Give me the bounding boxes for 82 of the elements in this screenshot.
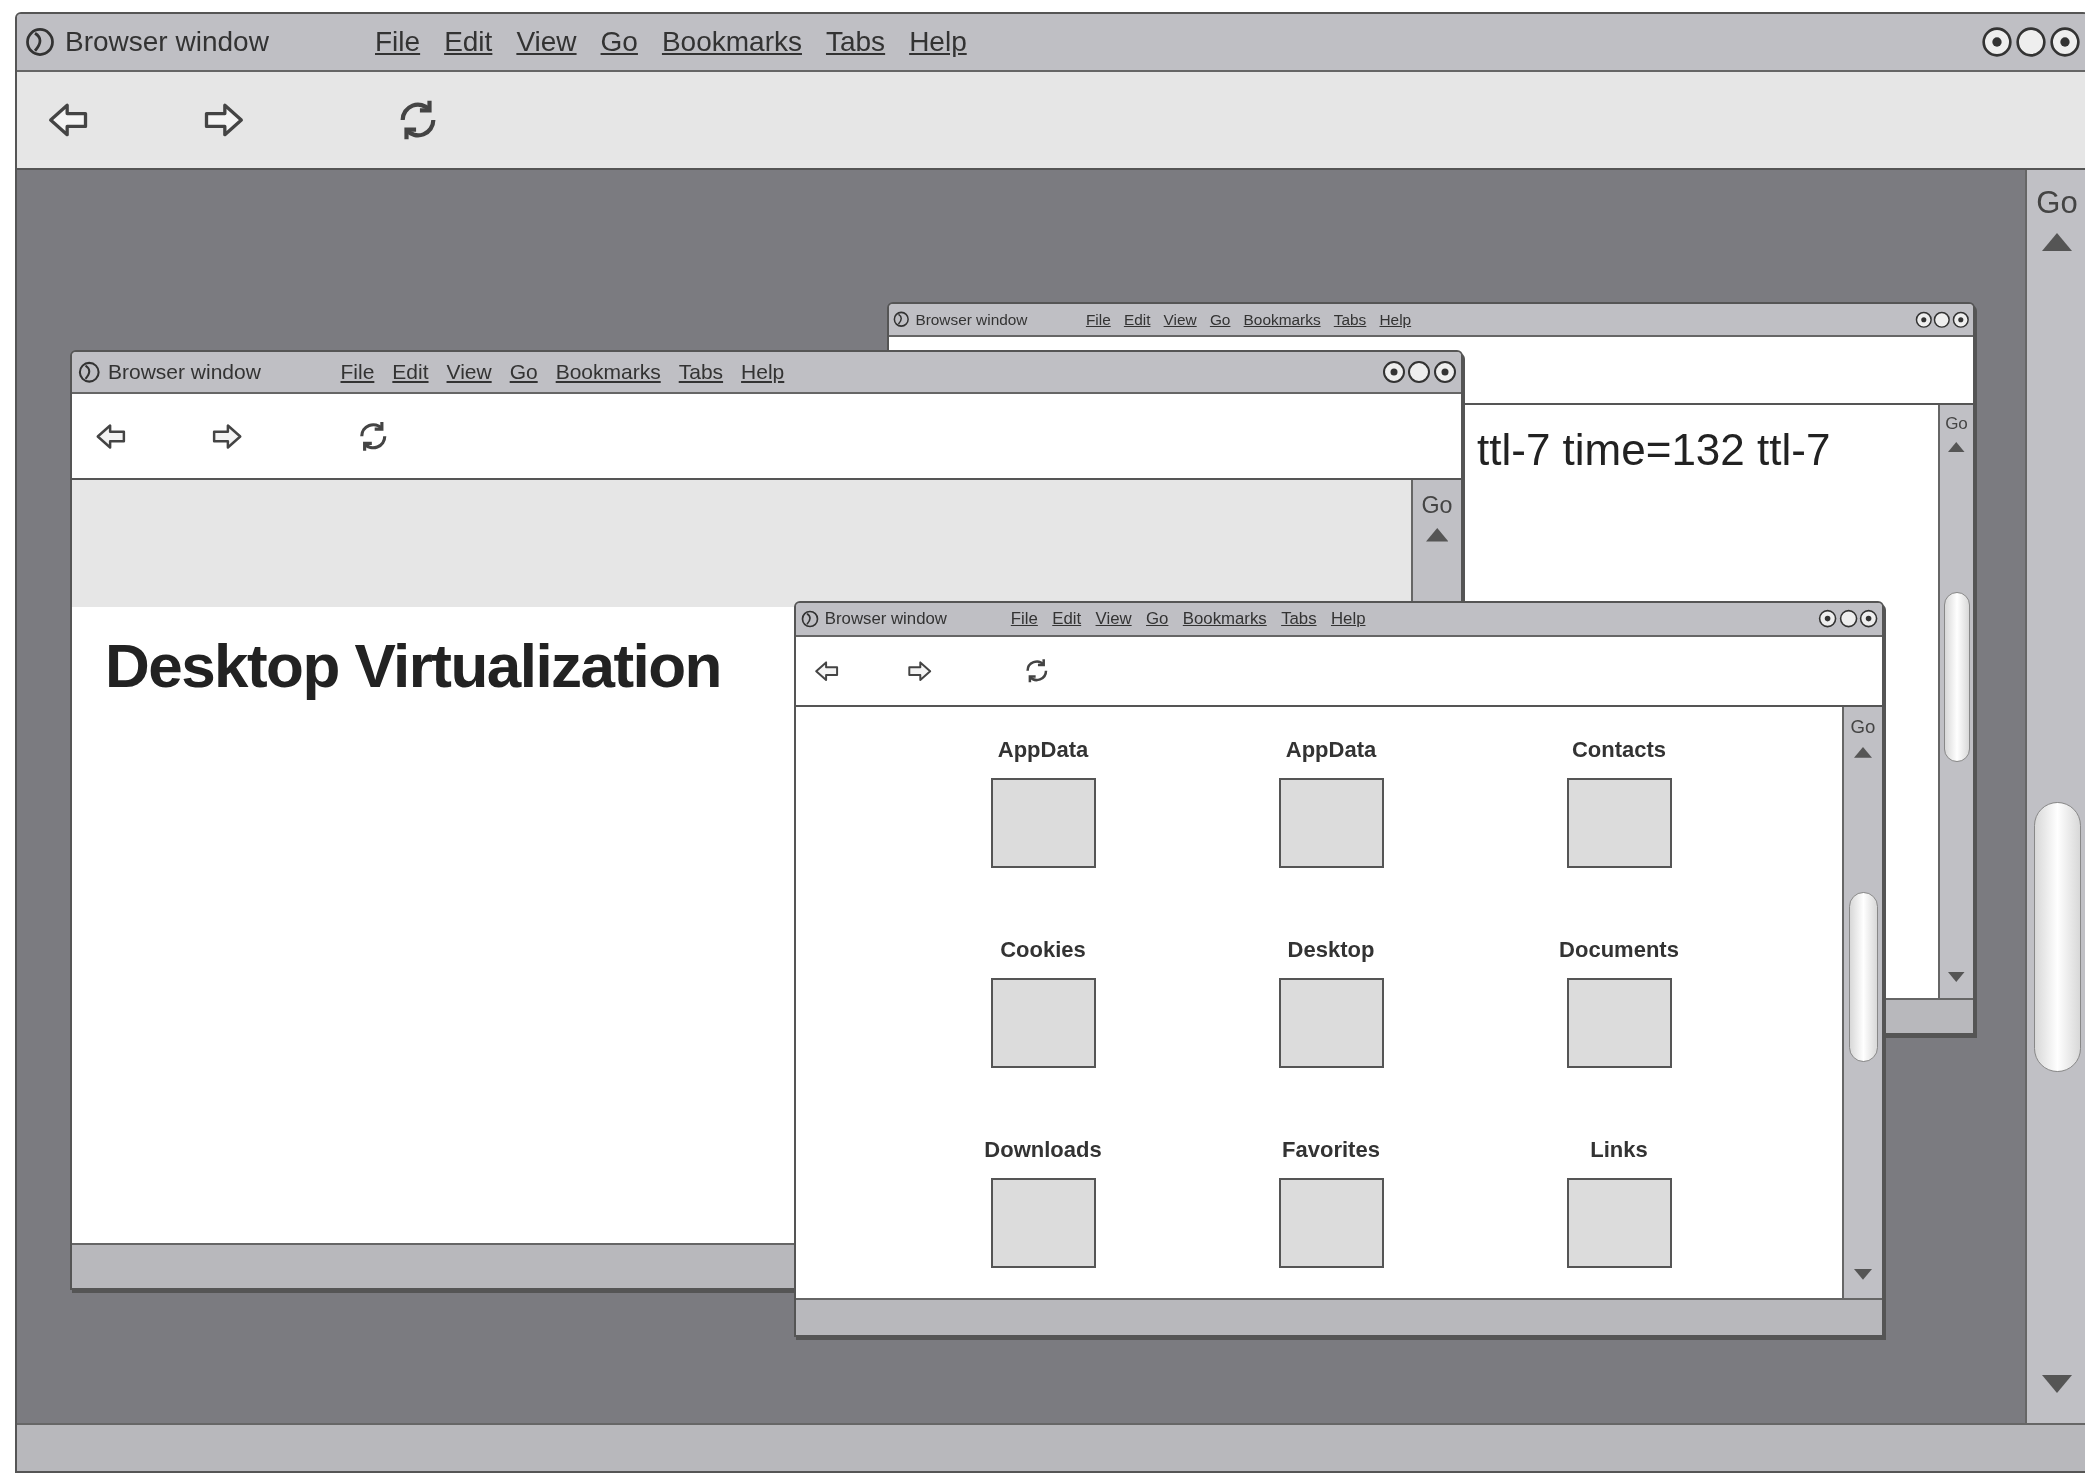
- folder-tile[interactable]: [1278, 1178, 1384, 1268]
- menu-item[interactable]: Bookmarks: [661, 21, 802, 63]
- up-arrow-icon[interactable]: [1854, 746, 1872, 758]
- folder-label: Favorites: [1282, 1136, 1380, 1164]
- circle-icon[interactable]: [1838, 609, 1859, 629]
- go-label[interactable]: Go: [1421, 487, 1453, 523]
- dotted-circle-icon[interactable]: [1859, 609, 1879, 629]
- folder-label: Desktop: [1287, 936, 1375, 964]
- menu-item[interactable]: Tabs: [1333, 307, 1367, 332]
- folder-tile[interactable]: [990, 778, 1096, 868]
- menu-item[interactable]: Bookmarks: [555, 356, 661, 388]
- go-label[interactable]: Go: [1945, 410, 1968, 437]
- up-arrow-icon[interactable]: [2042, 232, 2072, 251]
- folder-label: Documents: [1559, 936, 1679, 964]
- dotted-circle-icon[interactable]: [1952, 310, 1970, 329]
- dotted-circle-icon[interactable]: [1381, 360, 1406, 384]
- go-label[interactable]: Go: [2036, 180, 2078, 227]
- menu-item[interactable]: File: [1010, 606, 1038, 632]
- scroll-thumb[interactable]: [2034, 802, 2081, 1072]
- up-arrow-icon[interactable]: [1948, 442, 1965, 452]
- menu-item[interactable]: File: [1085, 307, 1111, 332]
- folder-label: Cookies: [1000, 936, 1086, 964]
- dotted-circle-icon[interactable]: [1914, 310, 1933, 329]
- folder-label: Links: [1590, 1136, 1648, 1164]
- menu-item[interactable]: Edit: [392, 356, 429, 388]
- page-heading: Desktop Virtualization: [105, 630, 721, 702]
- menu-item[interactable]: Help: [1330, 606, 1366, 632]
- globe-icon: [78, 360, 101, 384]
- folder-tile[interactable]: [990, 1178, 1096, 1268]
- menu-item[interactable]: Edit: [444, 21, 493, 63]
- menu-item[interactable]: Edit: [1123, 307, 1151, 332]
- globe-icon: [25, 27, 55, 57]
- go-label[interactable]: Go: [1850, 713, 1876, 741]
- up-arrow-icon[interactable]: [1425, 528, 1449, 542]
- menu-item[interactable]: View: [1163, 307, 1197, 332]
- menu-item[interactable]: File: [340, 356, 375, 388]
- menu-item[interactable]: Help: [1379, 307, 1412, 332]
- circle-icon[interactable]: [2015, 26, 2047, 58]
- dotted-circle-icon[interactable]: [2049, 26, 2081, 58]
- window-title: Browser window: [108, 359, 262, 386]
- window-title: Browser window: [915, 309, 1029, 330]
- folder-label: Contacts: [1571, 736, 1667, 764]
- window-title: Browser window: [824, 608, 948, 631]
- menu-item[interactable]: Tabs: [825, 21, 886, 63]
- dotted-circle-icon[interactable]: [1818, 609, 1838, 629]
- menu-item[interactable]: Go: [1209, 307, 1231, 332]
- menu-item[interactable]: File: [375, 21, 421, 63]
- down-arrow-icon[interactable]: [1854, 1269, 1872, 1280]
- dotted-circle-icon[interactable]: [1981, 26, 2013, 58]
- folder-label: Downloads: [984, 1136, 1102, 1164]
- window-title: Browser window: [65, 25, 270, 59]
- folder-tile[interactable]: [990, 978, 1096, 1068]
- folder-tile[interactable]: [1278, 778, 1384, 868]
- menu-item[interactable]: View: [446, 356, 492, 388]
- folder-tile[interactable]: [1278, 978, 1384, 1068]
- circle-icon[interactable]: [1933, 310, 1951, 329]
- menu-item[interactable]: Bookmarks: [1182, 606, 1267, 632]
- menu-item[interactable]: Go: [600, 21, 638, 63]
- menu-item[interactable]: Bookmarks: [1243, 307, 1321, 332]
- globe-icon: [893, 311, 910, 328]
- folder-label: AppData: [1285, 736, 1377, 764]
- menu-item[interactable]: Help: [909, 21, 967, 63]
- output-text: ttl-7 time=132 ttl-7: [1477, 425, 1831, 474]
- scroll-thumb[interactable]: [1943, 592, 1970, 762]
- folder-label: AppData: [997, 736, 1089, 764]
- folder-tile[interactable]: [1566, 1178, 1672, 1268]
- menu-item[interactable]: View: [516, 21, 577, 63]
- globe-icon: [800, 610, 819, 628]
- folder-tile[interactable]: [1566, 978, 1672, 1068]
- scroll-thumb[interactable]: [1848, 892, 1879, 1062]
- dotted-circle-icon[interactable]: [1432, 360, 1457, 384]
- menu-item[interactable]: Tabs: [1281, 606, 1317, 632]
- menu-item[interactable]: Help: [741, 356, 785, 388]
- folder-tile[interactable]: [1566, 778, 1672, 868]
- menu-item[interactable]: Go: [1146, 606, 1169, 632]
- circle-icon[interactable]: [1407, 360, 1431, 384]
- menu-item[interactable]: Edit: [1052, 606, 1082, 632]
- down-arrow-icon[interactable]: [2042, 1375, 2072, 1393]
- menu-item[interactable]: Go: [509, 356, 538, 388]
- menu-item[interactable]: Tabs: [678, 356, 724, 388]
- down-arrow-icon[interactable]: [1948, 971, 1965, 982]
- menu-item[interactable]: View: [1095, 606, 1132, 632]
